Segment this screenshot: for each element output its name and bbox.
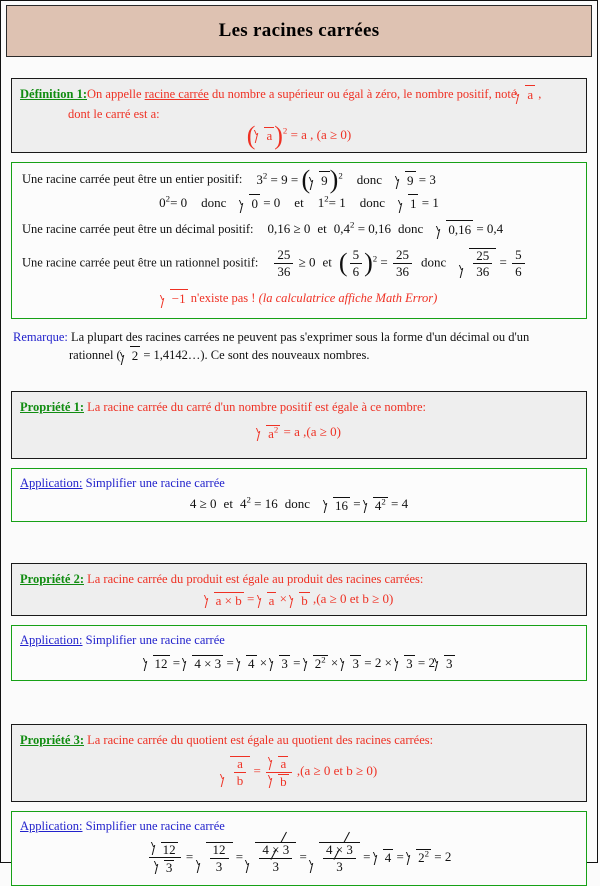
example-warning-text: n'existe pas ! (187, 291, 259, 305)
remark-line-1: Remarque: La plupart des racines carrées… (13, 328, 585, 346)
application3-box: Application: Simplifier une racine carré… (11, 810, 587, 886)
page-header: Les racines carrées (6, 5, 592, 57)
remark-text-2b: = 1,4142…). Ce sont des nouveaux nombres… (143, 348, 370, 363)
application2-text-line: Application: Simplifier une racine carré… (20, 631, 578, 649)
example-warning-line: −1 n'existe pas ! (la calculatrice affic… (22, 289, 576, 309)
property2-formula: a × b = a × b ,(a ≥ 0 et b ≥ 0) (20, 591, 578, 609)
example-integer-math: 32 = 9 = (9)2 donc 9 = 3 (256, 165, 436, 195)
example-line-zero-one: 02= 0 donc 0 = 0 et 12= 1 donc 1 = 1 (22, 193, 576, 214)
example-warning-note: (la calculatrice affiche Math Error) (258, 291, 438, 305)
property3-formula-cond: ,(a ≥ 0 et b ≥ 0) (296, 763, 378, 779)
property2-text: La racine carrée du produit est égale au… (87, 571, 424, 586)
property2-formula-cond: ,(a ≥ 0 et b ≥ 0) (312, 591, 394, 607)
application2-math: 12 = 4 × 3 = 4 × 3 = 22 × 3 = 2 × 3 = 23 (144, 655, 455, 673)
definition-formula: (a)2 = a , (a ≥ 0) (20, 120, 578, 150)
definition-text-2: du nombre a supérieur ou égal à zéro, le… (208, 87, 517, 101)
definition-text-1: On appelle (87, 87, 145, 101)
example-line-decimal: Une racine carrée peut être un décimal p… (22, 219, 576, 240)
application3-label: Application: (20, 818, 83, 833)
property2-label: Propriété 2: (20, 571, 84, 586)
property2-text-line: Propriété 2: La racine carrée du produit… (20, 570, 578, 588)
property1-label: Propriété 1: (20, 400, 84, 415)
definition-formula-math: (a)2 = a , (a ≥ 0) (246, 120, 352, 150)
page-title: Les racines carrées (218, 20, 380, 41)
example-zero-one-math: 02= 0 donc 0 = 0 et 12= 1 donc 1 = 1 (159, 193, 439, 214)
property1-text-line: Propriété 1: La racine carrée du carré d… (20, 398, 578, 416)
remark-sqrt-2: 2 (121, 346, 141, 366)
definition-inline-sqrt-a: a (516, 85, 536, 105)
definition-text-3: dont le carré est a: (68, 107, 160, 122)
example-decimal-text: Une racine carrée peut être un décimal p… (22, 221, 254, 236)
property2-formula-math: a × b = a × b ,(a ≥ 0 et b ≥ 0) (205, 591, 394, 609)
example-integer-text: Une racine carrée peut être un entier po… (22, 172, 243, 187)
application3-math: 12 3 = 12 3 = 4 × 33 = 4 × 33 = 4 = 22 = 2 (147, 841, 451, 875)
application1-formula: 4 ≥ 0 et 42 = 16 donc 16 = 42 = 4 (20, 494, 578, 514)
property3-text: La racine carrée du quotient est égale a… (87, 733, 434, 748)
remark-text-1: La plupart des racines carrées ne peuven… (70, 330, 530, 345)
document-page: Les racines carrées Définition 1:On appe… (0, 0, 598, 886)
definition-formula-tail: = a , (a ≥ 0) (290, 126, 352, 142)
property1-formula-math: a2 = a ,(a ≥ 0) (257, 424, 341, 442)
examples-box: Une racine carrée peut être un entier po… (11, 162, 587, 320)
property1-text: La racine carrée du carré d'un nombre po… (87, 400, 426, 415)
remark-text-2a: rationnel ( (69, 348, 121, 363)
property3-label: Propriété 3: (20, 733, 84, 748)
example-rational-math: 25 36 ≥ 0 et(5 6)2 = 25 36 donc 25 36 = 56 (272, 247, 526, 279)
property1-formula-tail: = a ,(a ≥ 0) (283, 424, 341, 439)
application3-text: Simplifier une racine carrée (85, 818, 225, 833)
definition-formula-exponent: 2 (282, 125, 288, 136)
property3-formula-math: ab = ab ,(a ≥ 0 et b ≥ 0) (221, 755, 377, 789)
application2-formula: 12 = 4 × 3 = 4 × 3 = 22 × 3 = 2 × 3 = 23 (20, 654, 578, 672)
property2-box: Propriété 2: La racine carrée du produit… (11, 562, 587, 616)
application1-label: Application: (20, 475, 83, 490)
property3-formula: ab = ab ,(a ≥ 0 et b ≥ 0) (20, 755, 578, 789)
example-line-integer: Une racine carrée peut être un entier po… (22, 165, 576, 195)
remark-section: Remarque: La plupart des racines carrées… (13, 328, 585, 366)
definition-text-line-2: dont le carré est a: (20, 105, 578, 123)
definition-text-line: Définition 1:On appelle racine carrée du… (20, 85, 578, 105)
application1-box: Application: Simplifier une racine carré… (11, 467, 587, 522)
property3-box: Propriété 3: La racine carrée du quotien… (11, 724, 587, 802)
application1-text-line: Application: Simplifier une racine carré… (20, 474, 578, 492)
remark-line-2: rationnel (2 = 1,4142…). Ce sont des nou… (13, 346, 585, 366)
remark-label: Remarque: (13, 330, 68, 345)
application1-text: Simplifier une racine carrée (85, 475, 225, 490)
property1-box: Propriété 1: La racine carrée du carré d… (11, 391, 587, 459)
application2-label: Application: (20, 632, 83, 647)
definition-underlined-term: racine carrée (144, 87, 209, 101)
property3-text-line: Propriété 3: La racine carrée du quotien… (20, 731, 578, 749)
example-line-rational: Une racine carrée peut être un rationnel… (22, 247, 576, 279)
definition-box: Définition 1:On appelle racine carrée du… (11, 78, 587, 154)
application2-box: Application: Simplifier une racine carré… (11, 624, 587, 682)
definition-label: Définition 1: (20, 87, 88, 101)
application1-math: 4 ≥ 0 et 42 = 16 donc 16 = 42 = 4 (189, 494, 409, 513)
application2-text: Simplifier une racine carrée (85, 632, 225, 647)
application3-text-line: Application: Simplifier une racine carré… (20, 817, 578, 835)
example-decimal-math: 0,16 ≥ 0 et 0,42 = 0,16 donc 0,16 = 0,4 (267, 219, 503, 240)
example-warning-math: −1 (161, 289, 188, 309)
property1-formula: a2 = a ,(a ≥ 0) (20, 423, 578, 441)
application3-formula: 12 3 = 12 3 = 4 × 33 = 4 × 33 = 4 = 22 = 2 (20, 841, 578, 875)
example-rational-text: Une racine carrée peut être un rationnel… (22, 255, 259, 270)
